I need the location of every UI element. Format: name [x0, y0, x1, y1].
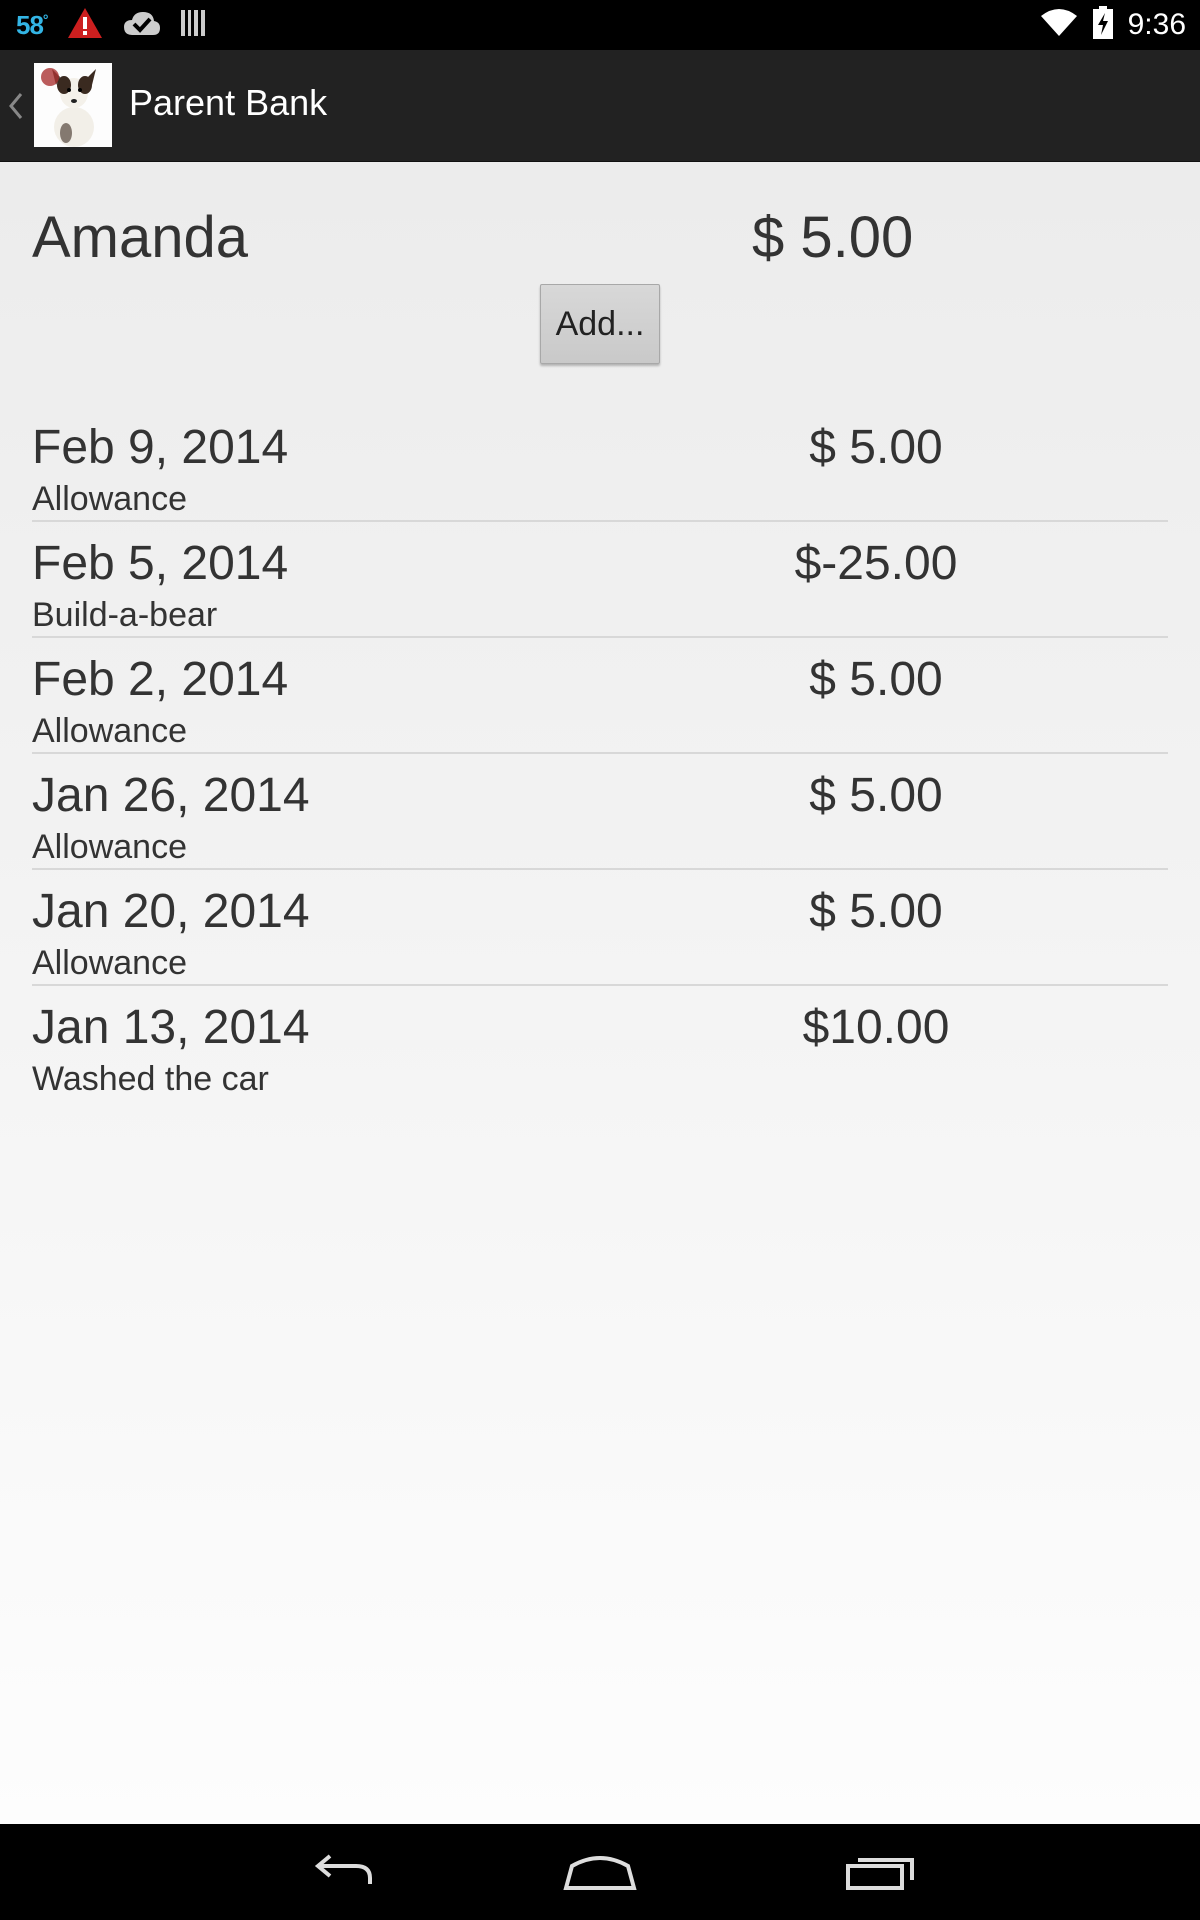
temperature-unit: °: [42, 10, 49, 27]
clock: 9:36: [1127, 8, 1186, 41]
transaction-row[interactable]: Feb 2, 2014 $ 5.00 Allowance: [32, 638, 1168, 754]
screen: 58° 9:36 Parent Bank Amanda $ 5.00 Add..…: [0, 0, 1200, 1920]
transaction-date: Feb 5, 2014: [32, 537, 289, 590]
account-name: Amanda: [32, 205, 249, 270]
recents-icon[interactable]: [835, 1842, 925, 1902]
home-icon[interactable]: [555, 1842, 645, 1902]
alert-icon: [66, 6, 104, 45]
transaction-amount: $10.00: [802, 1001, 950, 1054]
status-system: 9:36: [1040, 0, 1186, 50]
transaction-date: Feb 2, 2014: [32, 653, 289, 706]
transaction-row[interactable]: Jan 26, 2014 $ 5.00 Allowance: [32, 754, 1168, 870]
status-notifications: 58°: [16, 0, 206, 50]
transaction-amount: $ 5.00: [809, 769, 943, 822]
cloud-check-icon: [122, 9, 162, 42]
battery-charging-icon: [1092, 5, 1114, 45]
transaction-description: Allowance: [32, 944, 187, 982]
temperature-indicator: 58°: [16, 10, 48, 41]
add-transaction-button[interactable]: Add...: [540, 284, 660, 364]
transaction-row[interactable]: Feb 9, 2014 $ 5.00 Allowance: [32, 406, 1168, 522]
transaction-date: Jan 26, 2014: [32, 769, 310, 822]
transaction-description: Allowance: [32, 712, 187, 750]
navigation-bar: [0, 1824, 1200, 1920]
transaction-row[interactable]: Jan 20, 2014 $ 5.00 Allowance: [32, 870, 1168, 986]
transaction-amount: $ 5.00: [809, 885, 943, 938]
back-icon[interactable]: [298, 1842, 388, 1902]
up-chevron-icon[interactable]: [6, 88, 26, 124]
transaction-list: Feb 9, 2014 $ 5.00 Allowance Feb 5, 2014…: [32, 406, 1168, 1102]
transaction-description: Build-a-bear: [32, 596, 218, 634]
transaction-amount: $ 5.00: [809, 653, 943, 706]
action-bar: Parent Bank: [0, 50, 1200, 162]
app-title: Parent Bank: [129, 82, 328, 123]
transaction-amount: $-25.00: [794, 537, 958, 590]
dog-photo-icon[interactable]: [34, 63, 112, 147]
transaction-row[interactable]: Feb 5, 2014 $-25.00 Build-a-bear: [32, 522, 1168, 638]
temperature-value: 58: [16, 9, 44, 40]
account-content: Amanda $ 5.00 Add... Feb 9, 2014 $ 5.00 …: [0, 162, 1200, 1824]
transaction-amount: $ 5.00: [809, 421, 943, 474]
transaction-date: Jan 13, 2014: [32, 1001, 310, 1054]
transaction-description: Washed the car: [32, 1060, 269, 1098]
account-balance: $ 5.00: [752, 205, 914, 270]
barcode-icon: [180, 8, 206, 43]
transaction-description: Allowance: [32, 480, 187, 518]
status-bar: 58° 9:36: [0, 0, 1200, 50]
transaction-date: Feb 9, 2014: [32, 421, 289, 474]
transaction-description: Allowance: [32, 828, 187, 866]
wifi-icon: [1040, 8, 1078, 43]
transaction-date: Jan 20, 2014: [32, 885, 310, 938]
transaction-row[interactable]: Jan 13, 2014 $10.00 Washed the car: [32, 986, 1168, 1102]
